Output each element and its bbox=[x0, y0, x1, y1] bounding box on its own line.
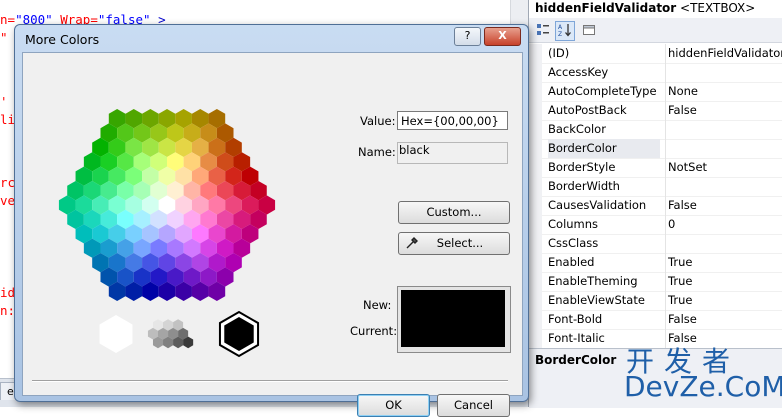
svg-text:Z: Z bbox=[558, 31, 562, 38]
property-row[interactable]: EnableViewState True bbox=[529, 291, 782, 311]
grayscale-picker[interactable] bbox=[95, 310, 265, 358]
property-row-gutter bbox=[529, 234, 542, 253]
property-row[interactable]: AutoCompleteType None bbox=[529, 82, 782, 102]
property-value[interactable]: None bbox=[665, 82, 782, 101]
help-button[interactable]: ? bbox=[454, 27, 481, 46]
value-input[interactable]: Hex={00,00,00} bbox=[397, 111, 508, 130]
property-row[interactable]: Font-Bold False bbox=[529, 310, 782, 330]
property-row[interactable]: BorderColor bbox=[529, 139, 782, 159]
property-row-gutter bbox=[529, 82, 542, 101]
property-name: EnableTheming bbox=[548, 274, 638, 288]
property-row[interactable]: Enabled True bbox=[529, 253, 782, 273]
current-label: Current: bbox=[350, 324, 398, 338]
property-value[interactable] bbox=[665, 120, 782, 139]
property-row[interactable]: (ID) hiddenFieldValidator bbox=[529, 44, 782, 64]
description-title: BorderColor bbox=[535, 353, 617, 367]
new-label: New: bbox=[363, 298, 392, 312]
property-value[interactable]: True bbox=[665, 291, 782, 310]
property-row-gutter bbox=[529, 329, 542, 348]
object-name: hiddenFieldValidator bbox=[535, 1, 677, 15]
property-value[interactable] bbox=[665, 177, 782, 196]
select-button[interactable]: Select... bbox=[398, 232, 510, 255]
new-current-swatch bbox=[397, 286, 511, 353]
property-row[interactable]: EnableTheming True bbox=[529, 272, 782, 292]
dialog-separator bbox=[32, 380, 508, 382]
watermark-logo: 开发者 DevZe.CoM bbox=[622, 340, 782, 406]
property-row[interactable]: Columns 0 bbox=[529, 215, 782, 235]
custom-button[interactable]: Custom... bbox=[398, 201, 510, 224]
property-name: (ID) bbox=[548, 46, 570, 60]
watermark-site-text: DevZe.CoM bbox=[624, 370, 782, 403]
property-name: BorderStyle bbox=[548, 160, 616, 174]
property-row-gutter bbox=[529, 196, 542, 215]
property-name: AutoPostBack bbox=[548, 103, 627, 117]
property-row[interactable]: CssClass bbox=[529, 234, 782, 254]
property-row[interactable]: CausesValidation False bbox=[529, 196, 782, 216]
property-value[interactable]: False bbox=[665, 101, 782, 120]
property-row-gutter bbox=[529, 310, 542, 329]
property-row-gutter bbox=[529, 44, 542, 63]
property-pages-icon[interactable] bbox=[579, 21, 599, 41]
categorized-icon[interactable] bbox=[533, 21, 553, 41]
value-label: Value: bbox=[360, 114, 396, 128]
object-type: <TEXTBOX> bbox=[680, 1, 756, 15]
property-value[interactable] bbox=[665, 234, 782, 253]
name-field: black bbox=[397, 142, 508, 164]
property-name: Enabled bbox=[548, 255, 595, 269]
properties-object-selector[interactable]: hiddenFieldValidator <TEXTBOX> bbox=[529, 0, 782, 18]
property-row-gutter bbox=[529, 139, 542, 158]
property-row[interactable]: AccessKey bbox=[529, 63, 782, 83]
property-row-gutter bbox=[529, 215, 542, 234]
property-name: BorderColor bbox=[548, 139, 660, 158]
property-name: CausesValidation bbox=[548, 198, 647, 212]
property-name: Font-Bold bbox=[548, 312, 603, 326]
white-swatch[interactable] bbox=[99, 315, 133, 353]
property-row-gutter bbox=[529, 63, 542, 82]
alphabetical-sort-icon[interactable]: AZ bbox=[555, 21, 575, 41]
dialog-client-area: Value: Hex={00,00,00} Name: black Custom… bbox=[22, 52, 523, 417]
property-name: EnableViewState bbox=[548, 293, 645, 307]
property-value[interactable] bbox=[665, 63, 782, 82]
property-value[interactable]: False bbox=[665, 196, 782, 215]
new-color-preview bbox=[401, 290, 505, 347]
property-row[interactable]: AutoPostBack False bbox=[529, 101, 782, 121]
property-row[interactable]: BorderStyle NotSet bbox=[529, 158, 782, 178]
property-name: BorderWidth bbox=[548, 179, 620, 193]
property-value[interactable]: NotSet bbox=[665, 158, 782, 177]
property-row-gutter bbox=[529, 158, 542, 177]
property-name: BackColor bbox=[548, 122, 606, 136]
property-value[interactable]: True bbox=[665, 272, 782, 291]
property-row[interactable]: BorderWidth bbox=[529, 177, 782, 197]
property-row-gutter bbox=[529, 177, 542, 196]
close-button[interactable]: X bbox=[484, 27, 521, 46]
color-hexagon-picker[interactable] bbox=[53, 101, 283, 311]
svg-text:A: A bbox=[558, 24, 563, 31]
dialog-title: More Colors bbox=[25, 32, 100, 47]
properties-toolbar: AZ bbox=[529, 18, 782, 43]
property-value[interactable]: True bbox=[665, 253, 782, 272]
property-name: Columns bbox=[548, 217, 599, 231]
property-value[interactable] bbox=[665, 139, 782, 158]
property-value[interactable]: False bbox=[665, 310, 782, 329]
property-row-gutter bbox=[529, 253, 542, 272]
property-name: AutoCompleteType bbox=[548, 84, 657, 98]
more-colors-dialog: More Colors ? X Value: Hex={00,00,00} Na… bbox=[14, 24, 529, 417]
property-value[interactable]: 0 bbox=[665, 215, 782, 234]
cancel-button[interactable]: Cancel bbox=[437, 394, 510, 417]
property-row-gutter bbox=[529, 291, 542, 310]
property-value[interactable]: hiddenFieldValidator bbox=[665, 44, 782, 63]
property-name: CssClass bbox=[548, 236, 599, 250]
property-name: AccessKey bbox=[548, 65, 609, 79]
name-label: Name: bbox=[358, 145, 396, 159]
property-row-gutter bbox=[529, 272, 542, 291]
ok-button[interactable]: OK bbox=[357, 394, 430, 417]
property-row-gutter bbox=[529, 101, 542, 120]
property-row[interactable]: BackColor bbox=[529, 120, 782, 140]
property-row-gutter bbox=[529, 120, 542, 139]
select-button-label: Select... bbox=[436, 236, 484, 250]
eyedropper-icon bbox=[406, 237, 418, 249]
